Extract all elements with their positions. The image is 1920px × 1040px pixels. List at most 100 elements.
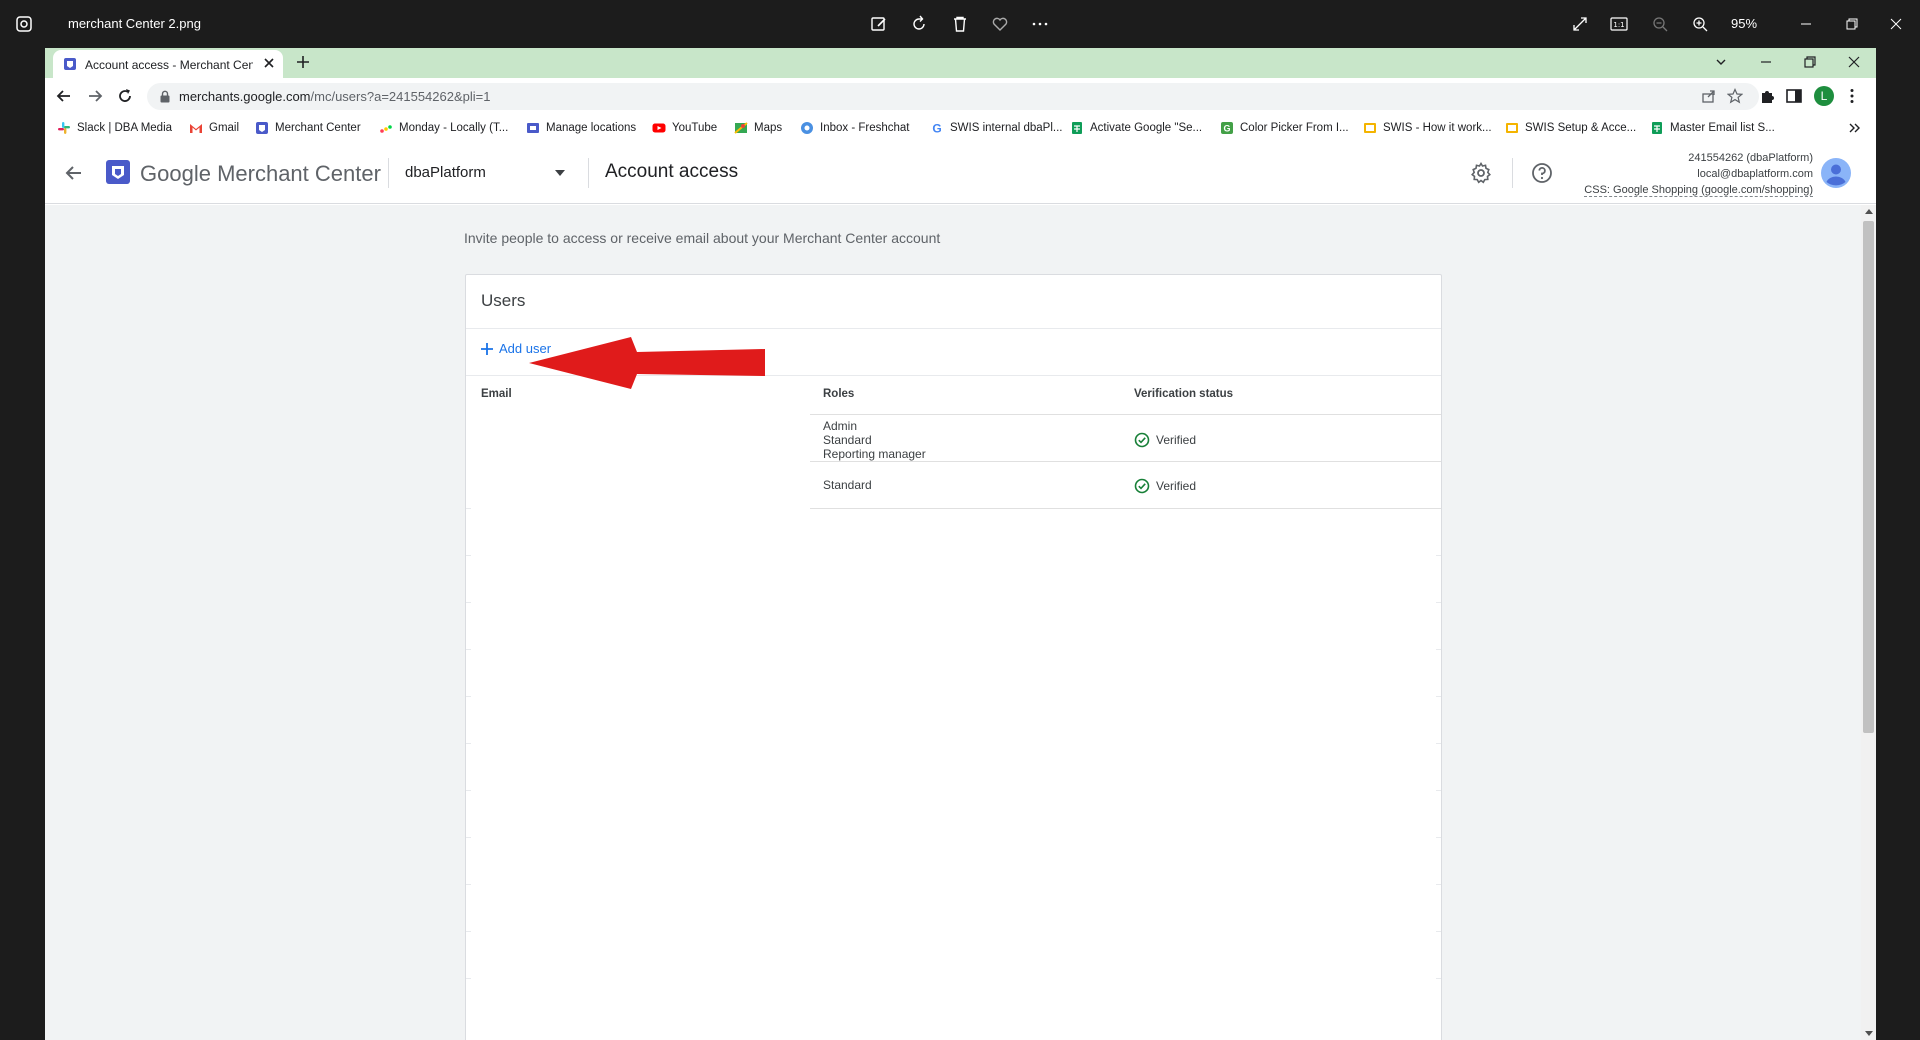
bookmark-master-email[interactable]: Master Email list S... bbox=[1650, 119, 1775, 137]
account-info[interactable]: 241554262 (dbaPlatform) local@dbaplatfor… bbox=[1584, 150, 1813, 198]
bookmark-gmail[interactable]: Gmail bbox=[189, 119, 239, 137]
more-bookmarks-chevron-icon[interactable] bbox=[1849, 123, 1861, 133]
restore-icon[interactable] bbox=[1802, 54, 1818, 70]
slack-icon bbox=[58, 122, 70, 134]
help-icon[interactable] bbox=[1530, 161, 1554, 185]
row-remnant bbox=[466, 884, 471, 885]
photo-viewer-titlebar: merchant Center 2.png 1:1 95% bbox=[0, 0, 1920, 48]
bookmark-youtube[interactable]: YouTube bbox=[652, 119, 717, 137]
slides-icon bbox=[1506, 123, 1518, 133]
column-header-email: Email bbox=[481, 388, 512, 400]
minimize-icon[interactable] bbox=[1758, 54, 1774, 70]
slides-icon bbox=[1364, 123, 1376, 133]
viewer-margin-right bbox=[1876, 48, 1920, 1040]
bookmark-freshchat[interactable]: Inbox - Freshchat bbox=[800, 119, 909, 137]
column-header-roles: Roles bbox=[823, 388, 855, 400]
check-circle-icon bbox=[1134, 478, 1150, 494]
file-name: merchant Center 2.png bbox=[68, 16, 201, 31]
viewer-restore-button[interactable] bbox=[1840, 12, 1864, 36]
bookmark-swis-setup[interactable]: SWIS Setup & Acce... bbox=[1505, 119, 1636, 137]
row-remnant bbox=[466, 696, 471, 697]
row-remnant bbox=[1436, 884, 1441, 885]
actual-size-button[interactable]: 1:1 bbox=[1607, 12, 1631, 36]
back-arrow-icon[interactable] bbox=[54, 86, 74, 106]
delete-button[interactable] bbox=[948, 12, 972, 36]
bookmark-star-icon[interactable] bbox=[1727, 88, 1743, 104]
plus-icon bbox=[481, 342, 493, 355]
address-bar[interactable]: merchants.google.com/mc/users?a=24155426… bbox=[147, 83, 1759, 110]
merchant-center-header: Google Merchant Center dbaPlatform Accou… bbox=[45, 142, 1876, 204]
row-remnant bbox=[1436, 743, 1441, 744]
table-row-roles: Admin Standard Reporting manager bbox=[823, 419, 926, 461]
edit-image-button[interactable] bbox=[867, 12, 891, 36]
forward-arrow-icon[interactable] bbox=[85, 86, 105, 106]
close-icon[interactable] bbox=[1846, 54, 1862, 70]
account-id: 241554262 (dbaPlatform) bbox=[1688, 152, 1813, 164]
scroll-up-icon[interactable] bbox=[1865, 209, 1873, 214]
scrollbar-thumb[interactable] bbox=[1863, 221, 1874, 733]
favorite-button[interactable] bbox=[988, 12, 1012, 36]
bookmark-manage-locations[interactable]: Manage locations bbox=[526, 119, 636, 137]
sheets-icon bbox=[1072, 122, 1082, 134]
merchant-center-logo bbox=[106, 160, 130, 184]
close-icon bbox=[1890, 18, 1902, 30]
row-remnant bbox=[466, 837, 471, 838]
back-arrow-icon[interactable] bbox=[63, 162, 85, 184]
freshchat-icon bbox=[801, 122, 813, 134]
more-options-button[interactable] bbox=[1028, 12, 1052, 36]
verification-status: Verified bbox=[1134, 478, 1196, 494]
gear-icon[interactable] bbox=[1469, 161, 1493, 185]
side-panel-icon[interactable] bbox=[1785, 87, 1803, 105]
header-divider bbox=[388, 158, 389, 188]
youtube-icon bbox=[652, 123, 666, 133]
row-remnant bbox=[466, 931, 471, 932]
tab-account-access[interactable]: Account access - Merchant Center bbox=[53, 50, 283, 78]
share-icon[interactable] bbox=[1701, 88, 1717, 104]
maps-icon bbox=[734, 122, 748, 134]
zoom-in-button[interactable] bbox=[1688, 12, 1712, 36]
gmail-icon bbox=[190, 124, 202, 133]
profile-avatar[interactable]: L bbox=[1814, 86, 1834, 106]
zoom-out-button[interactable] bbox=[1648, 12, 1672, 36]
page-description: Invite people to access or receive email… bbox=[464, 230, 941, 246]
scroll-down-icon[interactable] bbox=[1865, 1031, 1873, 1036]
page-body: Invite people to access or receive email… bbox=[45, 205, 1861, 1040]
caret-down-icon[interactable] bbox=[555, 169, 565, 177]
actual-size-icon: 1:1 bbox=[1610, 17, 1628, 31]
row-remnant bbox=[466, 649, 471, 650]
user-avatar-icon[interactable] bbox=[1821, 158, 1851, 188]
header-row-divider bbox=[810, 414, 1441, 415]
extensions-icon[interactable] bbox=[1759, 87, 1777, 105]
bookmark-color-picker[interactable]: G Color Picker From I... bbox=[1220, 119, 1349, 137]
bookmark-monday[interactable]: Monday - Locally (T... bbox=[379, 119, 508, 137]
rotate-button[interactable] bbox=[907, 12, 931, 36]
account-email: local@dbaplatform.com bbox=[1697, 168, 1813, 180]
merchant-center-favicon bbox=[64, 58, 76, 70]
expand-icon bbox=[1573, 17, 1587, 31]
bookmark-swis-internal[interactable]: G SWIS internal dbaPl... bbox=[930, 119, 1062, 137]
reload-icon[interactable] bbox=[115, 86, 135, 106]
tab-search-icon[interactable] bbox=[1713, 54, 1729, 70]
trash-icon bbox=[954, 16, 966, 32]
viewer-minimize-button[interactable] bbox=[1794, 12, 1818, 36]
fullscreen-button[interactable] bbox=[1568, 12, 1592, 36]
new-tab-button[interactable] bbox=[295, 54, 311, 70]
bookmark-maps[interactable]: Maps bbox=[734, 119, 782, 137]
svg-text:G: G bbox=[1223, 124, 1230, 134]
bookmark-slack[interactable]: Slack | DBA Media bbox=[57, 119, 172, 137]
minimize-icon bbox=[1801, 23, 1811, 25]
zoom-out-icon bbox=[1653, 17, 1668, 32]
page-scrollbar[interactable] bbox=[1861, 205, 1876, 1040]
browser-toolbar: merchants.google.com/mc/users?a=24155426… bbox=[45, 78, 1876, 114]
bookmark-activate-google[interactable]: Activate Google "Se... bbox=[1070, 119, 1202, 137]
row-remnant bbox=[1436, 649, 1441, 650]
viewer-close-button[interactable] bbox=[1884, 12, 1908, 36]
bookmark-merchant-center[interactable]: Merchant Center bbox=[255, 119, 361, 137]
close-icon[interactable] bbox=[262, 56, 276, 70]
svg-text:G: G bbox=[932, 122, 941, 136]
restore-icon bbox=[1846, 18, 1858, 30]
account-selector[interactable]: dbaPlatform bbox=[405, 164, 486, 181]
bookmark-swis-how[interactable]: SWIS - How it work... bbox=[1363, 119, 1492, 137]
monday-icon bbox=[380, 125, 392, 133]
browser-menu-icon[interactable] bbox=[1843, 87, 1861, 105]
